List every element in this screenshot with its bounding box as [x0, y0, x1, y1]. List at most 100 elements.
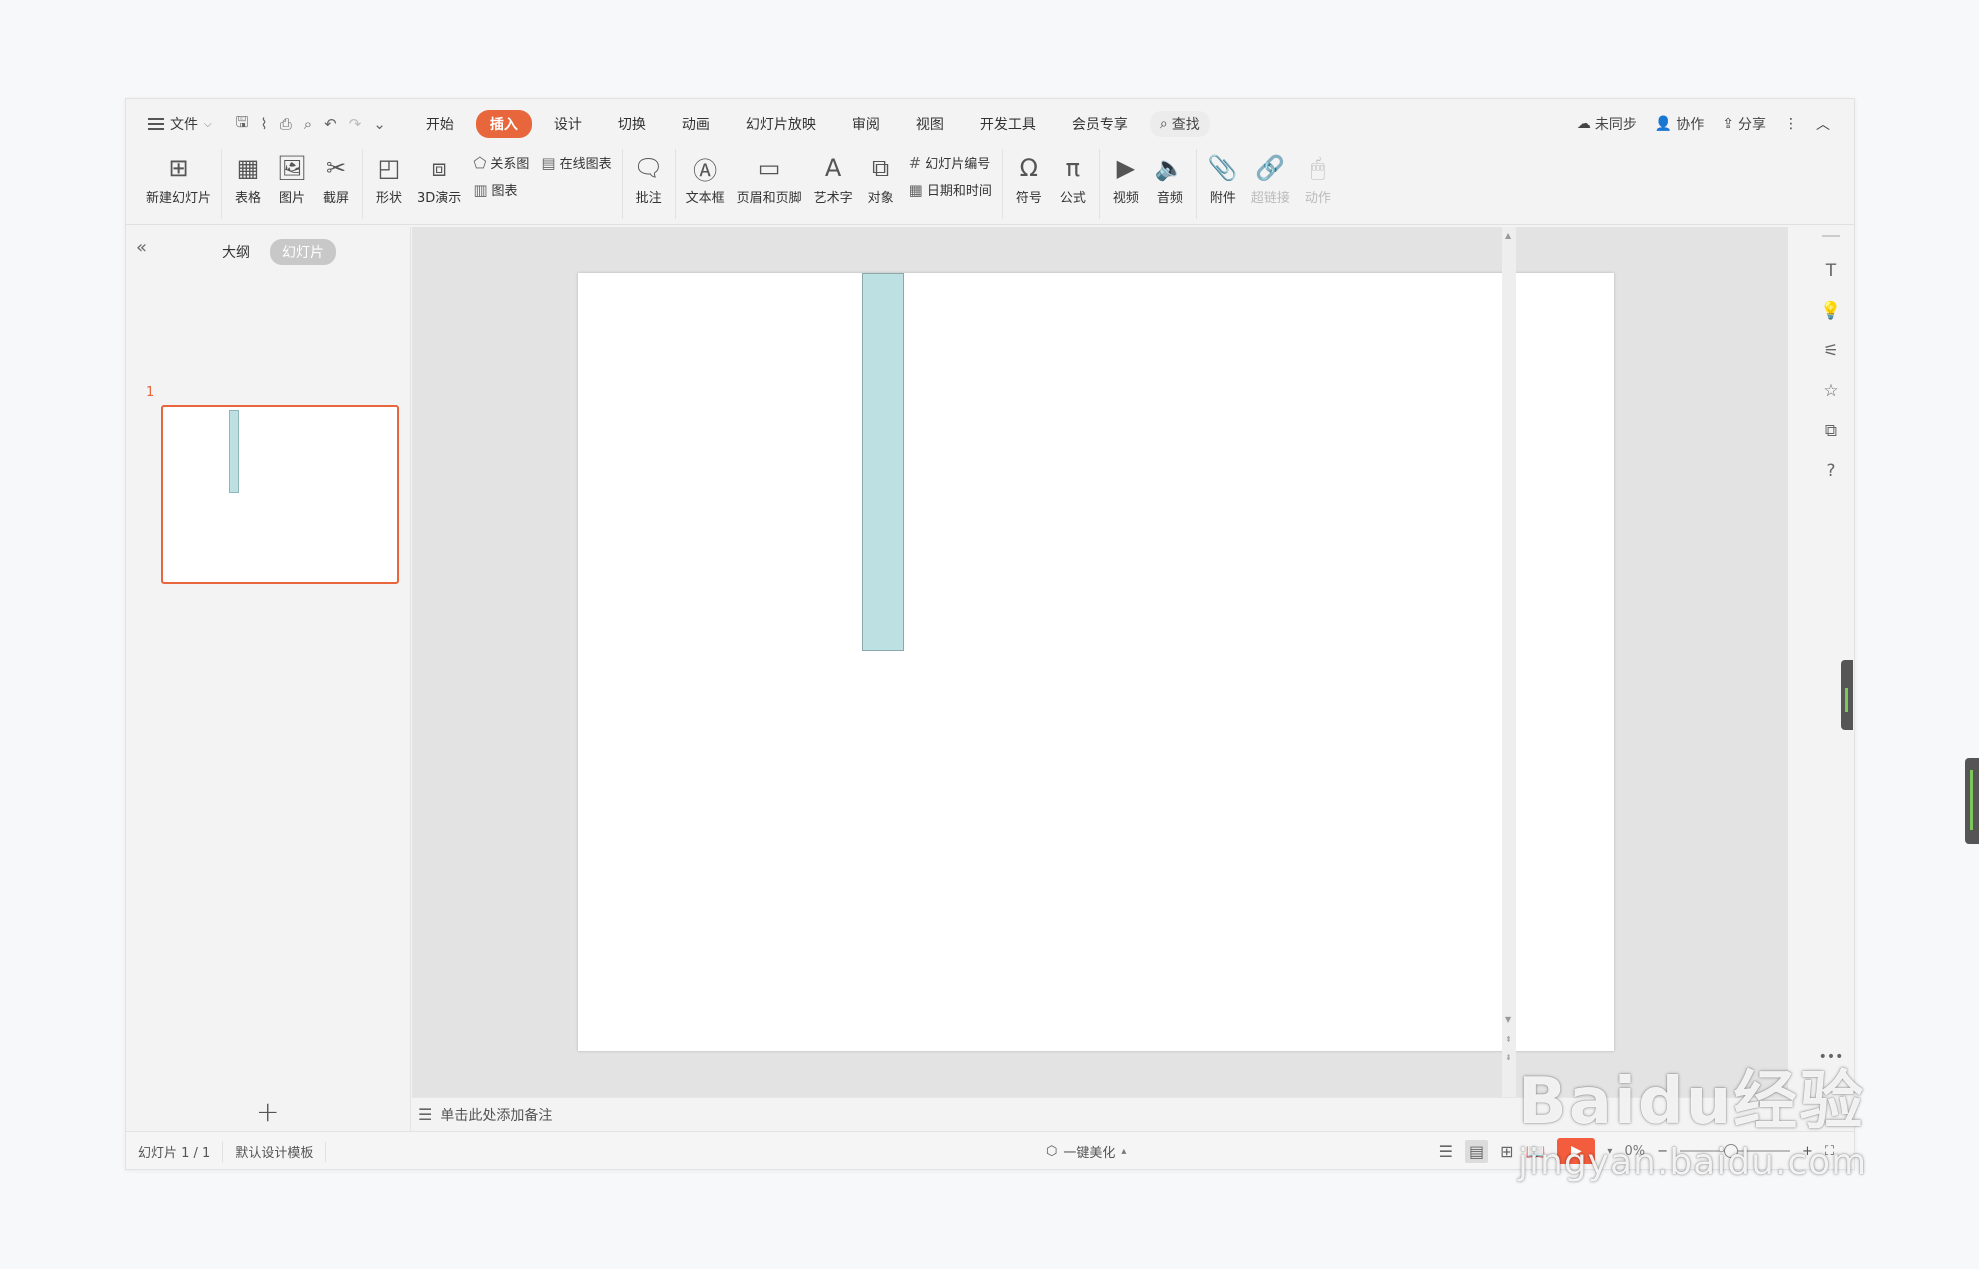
cube-icon: ⬡ — [1046, 1144, 1058, 1159]
tab-design[interactable]: 设计 — [540, 110, 596, 138]
notes-toggle-icon[interactable]: ☰ — [1439, 1142, 1453, 1161]
object-button[interactable]: ⧉ 对象 — [859, 149, 903, 210]
ribbon-col-numbering: # 幻灯片编号 ▦ 日期和时间 — [903, 149, 998, 203]
object-icon: ⧉ — [872, 154, 890, 182]
user-add-icon: 👤 — [1654, 116, 1673, 132]
tab-home[interactable]: 开始 — [412, 110, 468, 138]
tab-animation[interactable]: 动画 — [668, 110, 724, 138]
add-slide-button[interactable]: + — [256, 1095, 279, 1128]
collapse-ribbon-icon[interactable]: ︿ — [1816, 114, 1830, 134]
action-button[interactable]: 🖱 动作 — [1296, 149, 1340, 210]
adjust-sliders-icon[interactable]: ⚟ — [1823, 341, 1838, 361]
comment-icon: 🗨 — [633, 154, 664, 182]
slide-thumbnail-number: 1 — [146, 385, 155, 400]
symbol-button[interactable]: Ω 符号 — [1007, 149, 1051, 210]
sidebar-handle — [1822, 235, 1840, 237]
hyperlink-button[interactable]: 🔗 超链接 — [1245, 149, 1296, 210]
ribbon-insert: ⊞ 新建幻灯片 ▦ 表格 🖼 图片 ✂ 截屏 ◰ 形状 ⧈ 3D演示 ⬠ 关系图… — [126, 149, 1854, 225]
3d-demo-button[interactable]: ⧈ 3D演示 — [411, 149, 467, 210]
paperclip-icon: 📎 — [1207, 154, 1238, 182]
header-footer-button[interactable]: ▭ 页眉和页脚 — [731, 149, 808, 210]
prev-slide-icon[interactable]: ⇞ — [1505, 1035, 1512, 1044]
link-icon: 🔗 — [1255, 154, 1286, 182]
search-icon: ⌕ — [1159, 116, 1168, 132]
ribbon-group-slides: ⊞ 新建幻灯片 — [136, 149, 223, 219]
slide-number-button[interactable]: # 幻灯片编号 — [909, 153, 992, 173]
tab-insert[interactable]: 插入 — [475, 110, 532, 138]
ribbon-group-links: 📎 附件 🔗 超链接 🖱 动作 — [1197, 149, 1344, 219]
picture-button[interactable]: 🖼 图片 — [270, 149, 314, 210]
menu-bar: 文件 ⌵ 🖫 ⌇ ⎙ ⌕ ↶ ↷ ⌄ 开始 插入 设计 切换 动画 幻灯片放映 … — [126, 99, 1854, 149]
share-button[interactable]: ⇪ 分享 — [1722, 114, 1766, 134]
screen-edge-tab[interactable] — [1965, 758, 1979, 844]
help-icon[interactable]: ? — [1826, 461, 1835, 481]
table-button[interactable]: ▦ 表格 — [226, 149, 270, 210]
tab-slideshow[interactable]: 幻灯片放映 — [732, 110, 830, 138]
side-edge-tab[interactable] — [1841, 660, 1853, 730]
sync-button[interactable]: ☁ 未同步 — [1577, 114, 1637, 134]
text-format-icon[interactable]: T — [1826, 261, 1836, 281]
tab-developer[interactable]: 开发工具 — [966, 110, 1050, 138]
header-footer-icon: ▭ — [757, 154, 781, 182]
date-time-button[interactable]: ▦ 日期和时间 — [909, 180, 992, 200]
print-preview-icon[interactable]: ⌕ — [304, 115, 312, 133]
rectangle-shape[interactable] — [862, 273, 904, 651]
table-icon: ▦ — [236, 154, 260, 182]
normal-view-icon[interactable]: ▤ — [1464, 1139, 1489, 1163]
audio-button[interactable]: 🔈 音频 — [1148, 149, 1192, 210]
comment-button[interactable]: 🗨 批注 — [627, 149, 671, 210]
beautify-button[interactable]: ⬡ 一键美化 ▴ — [1046, 1142, 1126, 1161]
save-icon[interactable]: 🖫 — [236, 112, 249, 137]
file-menu-label: 文件 — [170, 117, 198, 133]
screenshot-button[interactable]: ✂ 截屏 — [314, 149, 358, 210]
customize-toolbar-icon[interactable]: ⌄ — [373, 115, 386, 133]
file-menu[interactable]: 文件 ⌵ — [142, 110, 218, 138]
tab-slides[interactable]: 幻灯片 — [270, 239, 336, 265]
chart-button[interactable]: ▥ 图表 — [473, 180, 529, 200]
wordart-button[interactable]: A 艺术字 — [808, 149, 859, 210]
slide-transition-icon[interactable]: ⧉ — [1825, 421, 1837, 441]
search-button[interactable]: ⌕ 查找 — [1149, 111, 1210, 137]
baidu-watermark: Baidu经验 jingyan.baidu.com — [1518, 1050, 1867, 1183]
attachment-button[interactable]: 📎 附件 — [1201, 149, 1245, 210]
tab-member[interactable]: 会员专享 — [1058, 110, 1142, 138]
relation-button[interactable]: ⬠ 关系图 — [473, 153, 529, 173]
slide[interactable] — [578, 273, 1614, 1051]
template-name[interactable]: 默认设计模板 — [223, 1141, 327, 1162]
tab-transition[interactable]: 切换 — [604, 110, 660, 138]
textbox-button[interactable]: Ⓐ 文本框 — [680, 149, 731, 210]
scroll-down-icon[interactable]: ▼ — [1505, 1015, 1511, 1024]
notes-placeholder: 单击此处添加备注 — [440, 1107, 553, 1124]
tab-review[interactable]: 审阅 — [838, 110, 894, 138]
more-vertical-icon[interactable]: ⋮ — [1784, 116, 1798, 132]
video-button[interactable]: ▶ 视频 — [1104, 149, 1148, 210]
print-icon[interactable]: ⎙ — [280, 115, 292, 133]
sorter-view-icon[interactable]: ⊞ — [1500, 1142, 1513, 1161]
shape-button[interactable]: ◰ 形状 — [367, 149, 411, 210]
ribbon-group-text: Ⓐ 文本框 ▭ 页眉和页脚 A 艺术字 ⧉ 对象 # 幻灯片编号 ▦ 日期和时间 — [676, 149, 1003, 219]
star-animation-icon[interactable]: ☆ — [1823, 381, 1838, 401]
ribbon-group-av: ▶ 视频 🔈 音频 — [1100, 149, 1197, 219]
next-slide-icon[interactable]: ⇟ — [1505, 1053, 1512, 1062]
undo-icon[interactable]: ↶ — [324, 115, 337, 133]
slide-thumbnail[interactable] — [161, 405, 399, 584]
tab-outline[interactable]: 大纲 — [210, 239, 262, 265]
comment-label: 批注 — [635, 191, 662, 206]
vertical-scrollbar[interactable]: ▲ ▼ ⇞ ⇟ — [1502, 227, 1516, 1097]
ribbon-tabs: 开始 插入 设计 切换 动画 幻灯片放映 审阅 视图 开发工具 会员专享 ⌕ 查… — [412, 110, 1210, 138]
collab-label: 协作 — [1676, 117, 1705, 133]
format-painter-icon[interactable]: ⌇ — [260, 115, 267, 133]
new-slide-button[interactable]: ⊞ 新建幻灯片 — [140, 149, 217, 210]
redo-icon[interactable]: ↷ — [349, 115, 362, 133]
collapse-panel-icon[interactable]: « — [136, 237, 147, 258]
collab-button[interactable]: 👤 协作 — [1655, 114, 1704, 134]
textbox-icon: Ⓐ — [693, 156, 718, 185]
scroll-up-icon[interactable]: ▲ — [1505, 231, 1511, 240]
formula-button[interactable]: π 公式 — [1051, 149, 1095, 210]
lightbulb-icon[interactable]: 💡 — [1820, 301, 1841, 321]
object-label: 对象 — [867, 191, 894, 206]
tab-view[interactable]: 视图 — [902, 110, 958, 138]
online-chart-button[interactable]: ▤ 在线图表 — [541, 153, 611, 173]
mouse-icon: 🖱 — [1310, 154, 1326, 182]
chevron-up-icon: ▴ — [1121, 1146, 1127, 1157]
